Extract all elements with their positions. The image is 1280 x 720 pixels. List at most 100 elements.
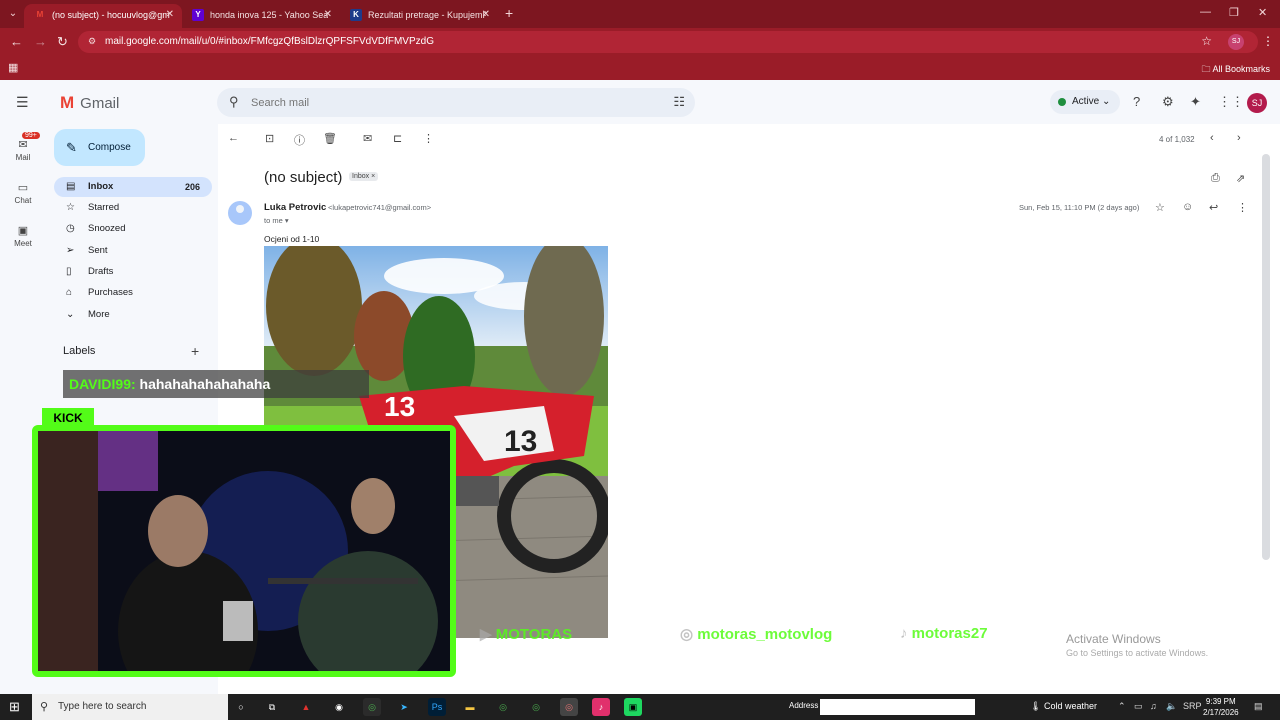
chrome-profile-2-icon[interactable]: ◎ bbox=[527, 698, 545, 716]
activate-windows-subtitle: Go to Settings to activate Windows. bbox=[1066, 648, 1209, 658]
rail-meet[interactable]: ▣ Meet bbox=[0, 224, 46, 248]
input-language[interactable]: SRP bbox=[1183, 701, 1202, 711]
status-dropdown[interactable]: Active ⌄ bbox=[1050, 90, 1121, 114]
main-menu-icon[interactable]: ☰ bbox=[16, 94, 29, 111]
task-view-icon[interactable]: ○ bbox=[232, 698, 250, 716]
tab-kupujemprodajem[interactable]: K Rezultati pretrage - KupujemProdajem ✕ bbox=[340, 4, 498, 28]
scrollbar[interactable] bbox=[1262, 154, 1270, 560]
star-message-icon[interactable]: ☆ bbox=[1155, 201, 1165, 214]
chrome-active-icon[interactable]: ◎ bbox=[560, 698, 578, 716]
adobe-icon[interactable]: ▲ bbox=[297, 698, 315, 716]
add-label-button[interactable]: + bbox=[191, 343, 199, 359]
sidebar-item-inbox[interactable]: ▤ Inbox 206 bbox=[54, 177, 212, 197]
rail-chat[interactable]: ▭ Chat bbox=[0, 181, 46, 205]
system-clock[interactable]: 9:39 PM 2/17/2026 bbox=[1203, 696, 1239, 718]
profile-avatar[interactable]: SJ bbox=[1228, 34, 1244, 50]
notifications-icon[interactable]: ▤ bbox=[1254, 701, 1263, 712]
search-options-icon[interactable]: ☷ bbox=[673, 94, 685, 110]
tray-chevron-icon[interactable]: ⌃ bbox=[1118, 701, 1126, 712]
sidebar-item-purchases[interactable]: ⌂ Purchases bbox=[54, 283, 212, 303]
more-actions-icon[interactable]: ⋮ bbox=[423, 132, 434, 145]
search-icon[interactable]: ⚲ bbox=[229, 94, 239, 110]
url-text[interactable]: mail.google.com/mail/u/0/#inbox/FMfcgzQf… bbox=[105, 36, 434, 47]
reload-icon[interactable]: ↻ bbox=[57, 34, 68, 50]
sidebar-item-starred[interactable]: ☆ Starred bbox=[54, 198, 212, 218]
chat-username: DAVIDI99: bbox=[69, 376, 136, 392]
folder-icon: 🗀 bbox=[1201, 64, 1211, 74]
open-new-window-icon[interactable]: ⇗ bbox=[1236, 172, 1245, 185]
close-tab-icon[interactable]: ✕ bbox=[324, 4, 332, 26]
labels-heading: Labels bbox=[63, 345, 96, 357]
minimize-icon[interactable]: — bbox=[1200, 6, 1211, 18]
tab-gmail[interactable]: M (no subject) - hocuuvlog@gmail.com ✕ bbox=[24, 4, 182, 28]
back-icon[interactable]: ← bbox=[10, 34, 23, 49]
draft-icon: ▯ bbox=[66, 266, 72, 277]
sender-name[interactable]: Luka Petrovic bbox=[264, 202, 326, 213]
thermometer-icon: 🌡 bbox=[1030, 701, 1042, 711]
back-to-inbox-icon[interactable]: ← bbox=[228, 132, 239, 144]
inbox-label-chip[interactable]: Inbox × bbox=[349, 172, 379, 181]
search-input[interactable] bbox=[251, 93, 651, 112]
delete-icon[interactable]: 🗑 bbox=[323, 132, 337, 145]
app-launcher-icon[interactable]: ➤ bbox=[395, 698, 413, 716]
rail-mail-label: Mail bbox=[15, 153, 31, 162]
sidebar-item-more[interactable]: ⌄ More bbox=[54, 305, 212, 325]
tab-yahoo[interactable]: Y honda inova 125 - Yahoo Search ✕ bbox=[182, 4, 340, 28]
photoshop-icon[interactable]: Ps bbox=[428, 698, 446, 716]
green-app-icon[interactable]: ▣ bbox=[624, 698, 642, 716]
browser-menu-icon[interactable]: ⋮ bbox=[1262, 34, 1274, 48]
chrome-icon[interactable]: ◎ bbox=[363, 698, 381, 716]
volume-icon[interactable]: 🔈 bbox=[1166, 701, 1177, 712]
gemini-sparkle-icon[interactable]: ✦ bbox=[1190, 94, 1201, 110]
mic-icon[interactable]: ♫ bbox=[1150, 701, 1157, 711]
instagram-handle: ◎ motoras_motovlog bbox=[680, 625, 832, 643]
help-icon[interactable]: ? bbox=[1133, 94, 1140, 109]
account-avatar[interactable]: SJ bbox=[1247, 93, 1267, 113]
archive-icon[interactable]: ⊡ bbox=[265, 132, 274, 145]
all-bookmarks-button[interactable]: 🗀 All Bookmarks bbox=[1201, 62, 1270, 78]
weather-widget[interactable]: 🌡 Cold weather bbox=[1030, 701, 1097, 712]
google-apps-icon[interactable]: ⋮⋮ bbox=[1218, 94, 1244, 110]
forward-icon[interactable]: → bbox=[34, 34, 47, 49]
close-tab-icon[interactable]: ✕ bbox=[482, 4, 490, 26]
widgets-icon[interactable]: ⧉ bbox=[263, 698, 281, 716]
gmail-logo[interactable]: M Gmail bbox=[60, 93, 119, 113]
chrome-profile-icon[interactable]: ◎ bbox=[494, 698, 512, 716]
windows-taskbar: ⊞ ⚲ Type here to search ○ ⧉ ▲ ◉ ◎ ➤ Ps ▬… bbox=[0, 694, 1280, 720]
windows-start-icon[interactable]: ⊞ bbox=[9, 699, 20, 715]
tiktok-app-icon[interactable]: ♪ bbox=[592, 698, 610, 716]
site-info-icon[interactable]: ⚙ bbox=[88, 36, 96, 47]
close-window-icon[interactable]: ✕ bbox=[1258, 6, 1267, 19]
sidebar-item-sent[interactable]: ➢ Sent bbox=[54, 241, 212, 261]
message-more-icon[interactable]: ⋮ bbox=[1237, 201, 1248, 214]
restore-icon[interactable]: ❐ bbox=[1229, 6, 1239, 19]
older-icon[interactable]: › bbox=[1237, 132, 1241, 144]
browser-toolbar: ← → ↻ ⚙ mail.google.com/mail/u/0/#inbox/… bbox=[0, 28, 1280, 56]
address-bar[interactable]: ⚙ mail.google.com/mail/u/0/#inbox/FMfcgz… bbox=[78, 31, 1274, 53]
rail-mail[interactable]: ✉ Mail bbox=[0, 138, 46, 162]
settings-gear-icon[interactable]: ⚙ bbox=[1162, 94, 1174, 110]
address-toolbar-input[interactable] bbox=[820, 699, 975, 715]
new-tab-button[interactable]: + bbox=[505, 5, 513, 21]
reply-icon[interactable]: ↩ bbox=[1209, 201, 1218, 214]
report-spam-icon[interactable]: ⓘ bbox=[294, 132, 305, 148]
file-explorer-icon[interactable]: ▬ bbox=[461, 698, 479, 716]
print-icon[interactable]: ⎙ bbox=[1211, 172, 1220, 185]
recipient-details[interactable]: to me ▾ bbox=[264, 216, 289, 225]
pagination-info: 4 of 1,032 bbox=[1159, 135, 1195, 144]
apps-grid-icon[interactable]: ▦ bbox=[8, 61, 18, 74]
mark-unread-icon[interactable]: ✉ bbox=[363, 132, 372, 145]
taskbar-search[interactable]: ⚲ Type here to search bbox=[32, 694, 228, 720]
newer-icon[interactable]: ‹ bbox=[1210, 132, 1214, 144]
sidebar-item-snoozed[interactable]: ◷ Snoozed bbox=[54, 219, 212, 239]
close-tab-icon[interactable]: ✕ bbox=[166, 4, 174, 26]
compose-button[interactable]: ✎ Compose bbox=[54, 129, 145, 166]
tab-search-icon[interactable]: ⌄ bbox=[6, 7, 20, 21]
network-icon[interactable]: ▭ bbox=[1134, 701, 1143, 712]
bookmarks-bar: ▦ 🗀 All Bookmarks bbox=[0, 56, 1280, 80]
steam-icon[interactable]: ◉ bbox=[330, 698, 348, 716]
sidebar-item-drafts[interactable]: ▯ Drafts bbox=[54, 262, 212, 282]
move-to-icon[interactable]: ⊏ bbox=[393, 132, 402, 145]
emoji-reaction-icon[interactable]: ☺ bbox=[1182, 201, 1193, 213]
bookmark-star-icon[interactable]: ☆ bbox=[1201, 34, 1212, 48]
